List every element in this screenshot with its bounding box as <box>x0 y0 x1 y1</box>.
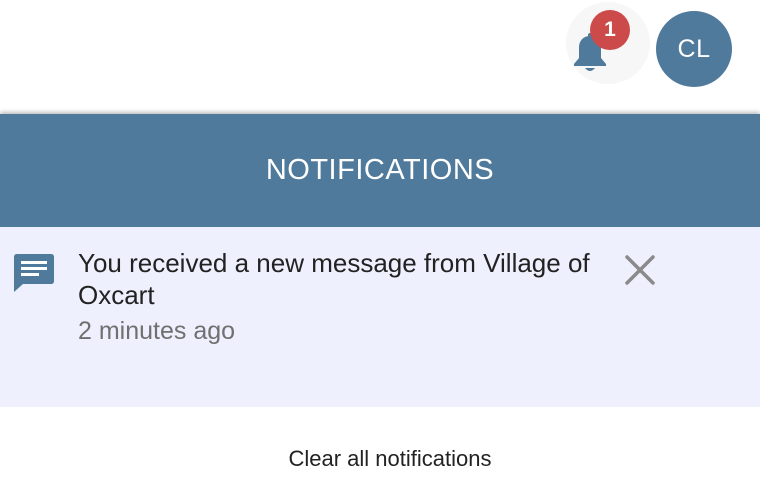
user-avatar[interactable]: CL <box>656 11 732 87</box>
panel-title: NOTIFICATIONS <box>0 114 760 227</box>
top-bar: 1 CL <box>0 0 760 114</box>
notification-count-badge: 1 <box>590 10 630 50</box>
notification-message: You received a new message from Village … <box>78 248 590 310</box>
clear-all-button[interactable]: Clear all notifications <box>0 446 760 472</box>
notification-time: 2 minutes ago <box>78 317 236 345</box>
notifications-panel: NOTIFICATIONS You received a new message… <box>0 114 760 486</box>
page: 1 CL NOTIFICATIONS You received a new me… <box>0 0 760 486</box>
message-icon <box>14 254 54 292</box>
close-icon[interactable] <box>624 254 656 286</box>
